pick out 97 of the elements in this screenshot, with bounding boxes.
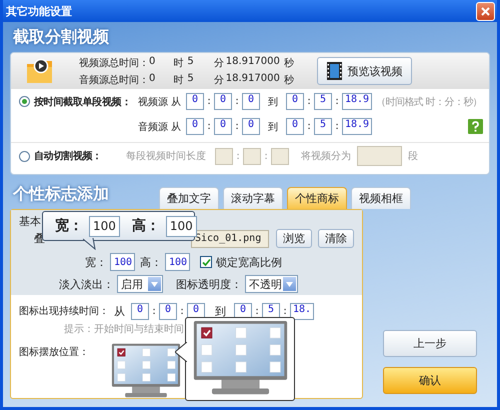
info-label: 视频源总时间： — [79, 56, 149, 70]
time-separator: : — [206, 121, 212, 132]
info-unit: 时 — [173, 74, 184, 86]
from-label: 从 — [171, 96, 181, 108]
info-label: 音频源总时间： — [79, 74, 149, 86]
info-unit: 分 — [214, 56, 224, 70]
time-field[interactable]: 0 — [186, 93, 204, 110]
duration-label: 图标出现持续时间： — [19, 304, 109, 318]
split-label: 将视频分为 — [301, 150, 351, 163]
time-field[interactable]: 0 — [286, 93, 304, 110]
mode-label: 按时间截取单段视频： — [34, 96, 132, 108]
source-label: 视频源 — [138, 96, 168, 108]
segment-count-field[interactable] — [357, 146, 402, 166]
time-field[interactable]: 0 — [186, 118, 204, 135]
monitor-drawing[interactable] — [111, 343, 181, 400]
opacity-dropdown[interactable]: 不透明 — [245, 275, 298, 294]
info-value: 18.917000 — [226, 56, 280, 68]
time-separator: : — [334, 96, 340, 107]
time-separator: : — [179, 306, 185, 316]
info-value: 0 — [149, 56, 156, 68]
time-field[interactable]: 18. — [290, 302, 314, 320]
height-field[interactable]: 100 — [166, 216, 197, 236]
info-unit: 时 — [173, 56, 184, 70]
close-icon — [480, 6, 491, 16]
time-separator: : — [235, 150, 241, 162]
time-field[interactable]: 5 — [314, 118, 332, 135]
unit-label: 段 — [408, 150, 418, 163]
mode-label: 自动切割视频： — [34, 150, 103, 163]
film-icon — [326, 62, 342, 80]
position-checkbox[interactable] — [200, 327, 212, 338]
format-hint: （时间格式 时：分：秒） — [376, 96, 482, 108]
checkbox-label: 锁定宽高比例 — [216, 254, 282, 270]
width-field[interactable]: 100 — [110, 253, 135, 272]
width-label: 宽： — [55, 217, 83, 235]
time-field[interactable]: 0 — [131, 302, 149, 320]
time-field[interactable]: 0 — [159, 302, 177, 320]
to-label: 到 — [268, 120, 278, 134]
preview-button[interactable]: 预览该视频 — [317, 57, 412, 85]
radio-button[interactable] — [19, 96, 30, 107]
width-field[interactable]: 100 — [89, 216, 120, 236]
help-icon[interactable] — [468, 119, 483, 134]
video-folder-icon — [26, 58, 53, 84]
time-field[interactable]: 18.9 — [342, 118, 372, 135]
to-label: 到 — [215, 304, 226, 318]
info-unit: 秒 — [284, 56, 294, 70]
tab[interactable]: 滚动字幕 — [223, 187, 283, 209]
tab[interactable]: 叠加文字 — [159, 187, 219, 209]
file-path-field[interactable]: Sico_01.png — [191, 230, 269, 248]
time-field[interactable]: 0 — [242, 93, 260, 110]
to-label: 到 — [268, 96, 278, 108]
checkbox[interactable] — [200, 256, 212, 268]
time-separator: : — [263, 150, 269, 162]
tab[interactable]: 个性商标 — [287, 187, 347, 209]
tab[interactable]: 视频相框 — [351, 187, 411, 209]
close-button[interactable] — [476, 2, 495, 20]
time-separator: : — [306, 121, 312, 132]
time-field[interactable]: 5 — [314, 93, 332, 110]
info-value: 5 — [187, 56, 194, 68]
time-separator: : — [254, 306, 260, 316]
browse-button[interactable]: 浏览 — [276, 229, 312, 248]
from-label: 从 — [171, 120, 181, 134]
width-label: 宽： — [85, 254, 107, 270]
length-label: 每段视频时间长度 — [126, 150, 206, 163]
time-separator: : — [234, 121, 240, 132]
clear-button[interactable]: 清除 — [318, 229, 354, 248]
time-separator: : — [151, 306, 157, 316]
time-field[interactable]: 0 — [286, 118, 304, 135]
opacity-label: 图标透明度： — [176, 276, 242, 292]
height-field[interactable]: 100 — [165, 253, 190, 272]
source-label: 音频源 — [138, 120, 168, 134]
time-field[interactable]: 0 — [242, 118, 260, 135]
height-label: 高： — [132, 217, 160, 235]
group-label: 基本 — [19, 214, 41, 229]
height-label: 高： — [140, 254, 162, 270]
info-value: 5 — [187, 72, 194, 86]
position-label: 图标摆放位置： — [19, 346, 90, 359]
time-separator: : — [234, 96, 240, 107]
section-heading: 截取分割视频 — [13, 26, 109, 48]
time-field[interactable]: 18.9 — [342, 93, 372, 110]
info-unit: 分 — [214, 74, 224, 86]
time-field[interactable]: 0 — [214, 118, 232, 135]
hint-text: 提示：开始时间与结束时间 — [64, 322, 184, 336]
confirm-button[interactable]: 确认 — [383, 367, 477, 394]
fade-dropdown[interactable]: 启用 — [117, 275, 163, 294]
info-value: 0 — [149, 72, 156, 86]
info-value: 18.917000 — [226, 72, 280, 86]
section-heading: 个性标志添加 — [13, 184, 109, 204]
time-separator: : — [206, 96, 212, 107]
from-label: 从 — [114, 304, 125, 318]
window-title: 其它功能设置 — [6, 4, 72, 18]
time-separator: : — [306, 96, 312, 107]
time-separator: : — [282, 306, 288, 316]
fade-label: 淡入淡出： — [59, 276, 114, 292]
info-unit: 秒 — [284, 74, 294, 86]
time-field[interactable]: 0 — [214, 93, 232, 110]
back-button[interactable]: 上一步 — [383, 330, 477, 357]
time-separator: : — [334, 121, 340, 132]
